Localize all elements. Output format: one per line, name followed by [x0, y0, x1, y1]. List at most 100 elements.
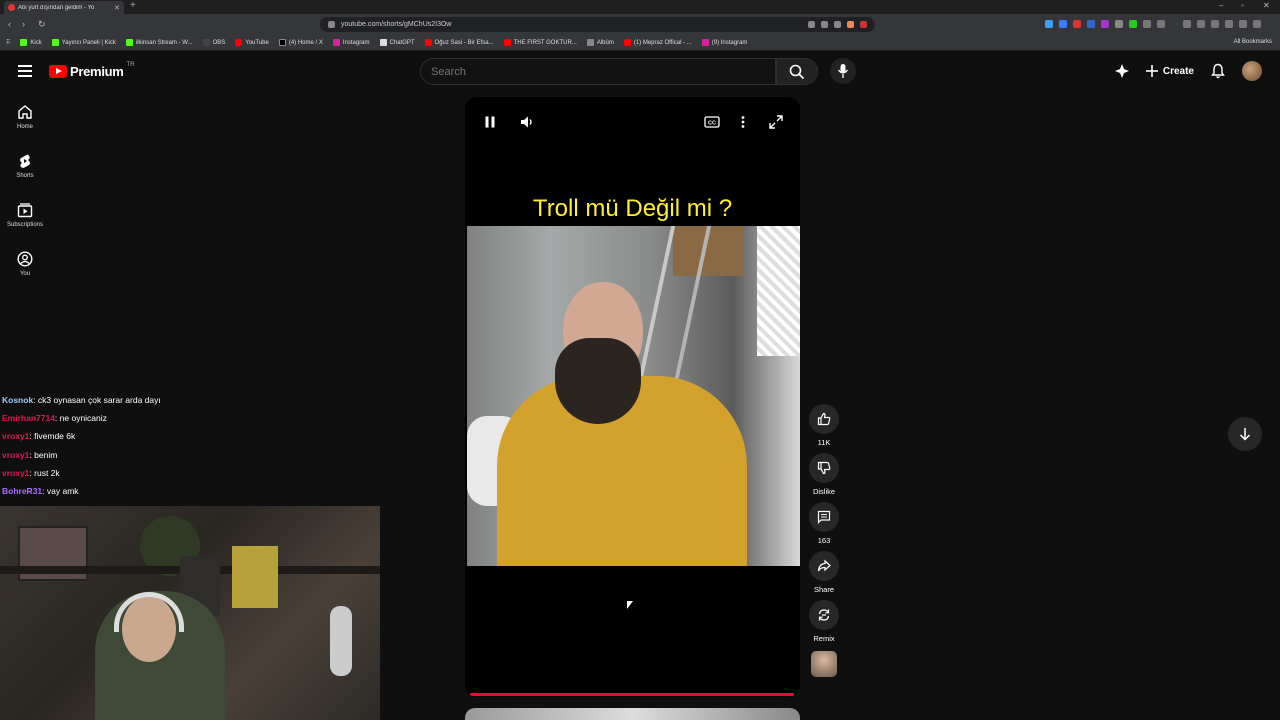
guide-item-you[interactable]: You: [0, 248, 50, 297]
you-icon: [17, 251, 33, 267]
account-avatar[interactable]: [1242, 61, 1262, 81]
wallet-icon[interactable]: [1211, 20, 1219, 28]
search-icon: [789, 64, 805, 79]
bookmark-item[interactable]: Yayıncı Paneli | Kick: [51, 39, 116, 46]
obs-icon: [202, 39, 210, 46]
remix-label: Remix: [813, 634, 835, 643]
vpn-icon[interactable]: [1225, 20, 1233, 28]
bookmark-item[interactable]: Albüm: [586, 39, 614, 46]
bookmark-item[interactable]: THE FIRST GOKTUR...: [503, 39, 577, 46]
bookmark-item[interactable]: (1) Mepraz Offical - ...: [623, 39, 692, 46]
search-box[interactable]: [420, 58, 776, 85]
apps-icon[interactable]: ⠿: [6, 39, 10, 46]
notifications-bell-icon[interactable]: [1210, 63, 1226, 79]
bookmark-item[interactable]: Kick: [20, 39, 42, 46]
video-softbox: [757, 226, 800, 356]
extension-icon[interactable]: [1129, 20, 1137, 28]
site-info-icon[interactable]: [328, 21, 335, 28]
shorts-player[interactable]: CC Troll mü Değil mi ?: [465, 97, 800, 697]
guide-item-shorts[interactable]: Shorts: [0, 150, 50, 199]
sound-thumbnail[interactable]: [811, 651, 837, 677]
maximize-icon[interactable]: ▫: [1241, 1, 1244, 10]
url-text[interactable]: youtube.com/shorts/gMChUs2I3Ow: [341, 21, 802, 28]
extension-icon[interactable]: [1073, 20, 1081, 28]
youtube-logo-icon: [49, 65, 67, 78]
menu-icon[interactable]: [18, 65, 32, 80]
remix-action[interactable]: Remix: [809, 600, 839, 643]
forward-icon[interactable]: ›: [22, 19, 25, 29]
back-icon[interactable]: ‹: [8, 19, 11, 29]
gem-sparkle-icon[interactable]: [1114, 63, 1130, 79]
dislike-action[interactable]: Dislike: [809, 453, 839, 496]
extension-icon[interactable]: [1087, 20, 1095, 28]
bookmark-item[interactable]: YouTube: [235, 39, 269, 46]
webcam-microphone: [330, 606, 352, 676]
bookmark-item[interactable]: ilkinsan Stream - W...: [125, 39, 193, 46]
volume-button[interactable]: [520, 115, 534, 129]
bookmark-item[interactable]: ChatGPT: [379, 39, 415, 46]
reload-icon[interactable]: ↻: [38, 19, 46, 30]
share-action[interactable]: Share: [809, 551, 839, 594]
new-tab-button[interactable]: +: [130, 0, 136, 11]
extension-icon[interactable]: [1115, 20, 1123, 28]
brave-icon[interactable]: [1239, 20, 1247, 28]
media-icon[interactable]: [1183, 20, 1191, 28]
bookmark-item[interactable]: (4) Home / X: [278, 39, 323, 46]
bookmark-item[interactable]: Instagram: [332, 39, 370, 46]
like-button[interactable]: [809, 404, 839, 434]
streamer-webcam-overlay: [0, 506, 380, 720]
video-caption-text: Troll mü Değil mi ?: [532, 195, 733, 222]
video-progress-bar[interactable]: [470, 693, 794, 696]
extension-icon[interactable]: [1059, 20, 1067, 28]
guide-item-home[interactable]: Home: [0, 101, 50, 150]
extension-icon[interactable]: [1143, 20, 1151, 28]
omnibox[interactable]: youtube.com/shorts/gMChUs2I3Ow: [320, 17, 875, 32]
next-short-preview[interactable]: [465, 708, 800, 720]
address-bar-row: ‹ › ↻ youtube.com/shorts/gMChUs2I3Ow: [0, 14, 1280, 35]
more-vertical-icon: [741, 116, 745, 128]
remix-button[interactable]: [809, 600, 839, 630]
guide-item-subscriptions[interactable]: Subscriptions: [0, 199, 50, 248]
bookmark-item[interactable]: Oğuz Sasi - Bir Efsa...: [424, 39, 494, 46]
minimize-icon[interactable]: –: [1219, 1, 1223, 10]
comments-button[interactable]: [809, 502, 839, 532]
bookmark-item[interactable]: OBS: [202, 39, 225, 46]
more-options-button[interactable]: [740, 115, 746, 129]
like-action[interactable]: 11K: [809, 404, 839, 447]
share-button[interactable]: [809, 551, 839, 581]
browser-tab-bar: Abi yurt dışından geldim - Yo ✕ + – ▫ ✕: [0, 0, 1280, 14]
all-bookmarks[interactable]: All Bookmarks: [1234, 39, 1272, 45]
search-button[interactable]: [776, 58, 818, 85]
close-window-icon[interactable]: ✕: [1263, 1, 1270, 10]
brave-shield-icon[interactable]: [847, 21, 854, 28]
menu-icon[interactable]: [1253, 20, 1261, 28]
next-short-button[interactable]: [1228, 417, 1262, 451]
voice-search-button[interactable]: [830, 58, 856, 84]
bookmark-item[interactable]: (9) Instagram: [701, 39, 747, 46]
sidebar-icon[interactable]: [1157, 20, 1165, 28]
rewards-icon[interactable]: [860, 21, 867, 28]
shorts-actions: 11K Dislike 163 Share Remix: [808, 404, 840, 677]
video-frame: [467, 226, 800, 566]
dislike-button[interactable]: [809, 453, 839, 483]
cast-icon[interactable]: [808, 21, 815, 28]
search-input[interactable]: [431, 65, 775, 78]
zoom-icon[interactable]: [821, 21, 828, 28]
pause-button[interactable]: [483, 115, 497, 129]
captions-button[interactable]: CC: [704, 115, 720, 129]
fullscreen-button[interactable]: [769, 115, 783, 129]
youtube-icon: [503, 39, 511, 46]
extension-icon[interactable]: [1045, 20, 1053, 28]
comments-action[interactable]: 163: [809, 502, 839, 545]
pause-icon: [485, 116, 495, 128]
share-page-icon[interactable]: [834, 21, 841, 28]
instagram-icon: [701, 39, 709, 46]
chat-message: vroxy1: rust 2k: [2, 464, 161, 482]
youtube-premium-logo[interactable]: Premium TR: [49, 62, 135, 79]
tab-close-icon[interactable]: ✕: [114, 4, 120, 12]
browser-tab[interactable]: Abi yurt dışından geldim - Yo ✕: [4, 1, 124, 14]
sidepanel-icon[interactable]: [1197, 20, 1205, 28]
home-icon: [18, 105, 32, 119]
extension-icon[interactable]: [1101, 20, 1109, 28]
create-button[interactable]: Create: [1145, 65, 1194, 77]
